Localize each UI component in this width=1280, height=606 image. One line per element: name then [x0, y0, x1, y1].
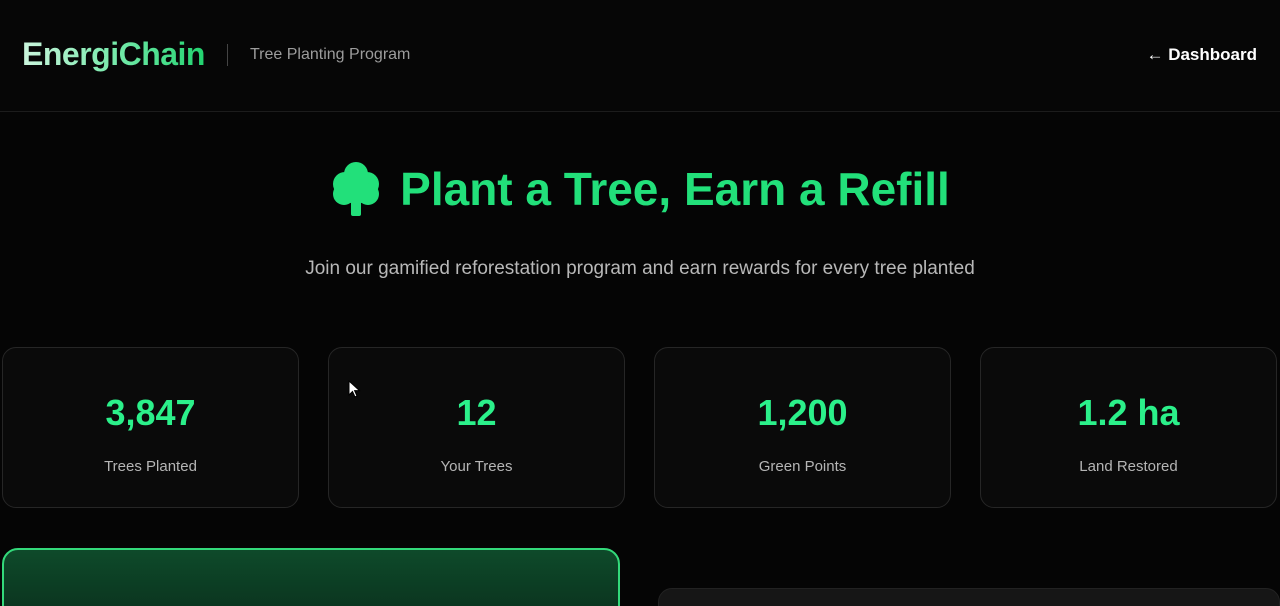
- stat-value: 1.2 ha: [1077, 392, 1180, 433]
- mouse-cursor-icon: [348, 380, 361, 398]
- stat-card-land-restored: 1.2 ha Land Restored: [980, 347, 1277, 508]
- secondary-panel: [658, 588, 1280, 606]
- top-bar: EnergiChain Tree Planting Program ← Dash…: [0, 0, 1280, 112]
- stat-card-your-trees: 12 Your Trees: [328, 347, 625, 508]
- hero-section: Plant a Tree, Earn a Refill: [0, 160, 1280, 223]
- page-title: Plant a Tree, Earn a Refill: [330, 160, 950, 218]
- header-divider: [227, 44, 228, 66]
- stat-label: Green Points: [758, 458, 847, 475]
- stat-value: 3,847: [105, 392, 196, 433]
- stats-grid: 3,847 Trees Planted 12 Your Trees 1,200 …: [2, 347, 1278, 509]
- stat-value: 12: [456, 392, 497, 433]
- back-to-dashboard-link[interactable]: ← Dashboard: [1146, 45, 1257, 65]
- hero-title-text: Plant a Tree, Earn a Refill: [400, 163, 950, 215]
- plant-tree-card[interactable]: [2, 548, 620, 606]
- stat-card-trees-planted: 3,847 Trees Planted: [2, 347, 299, 508]
- stat-value: 1,200: [757, 392, 848, 433]
- stat-label: Land Restored: [1079, 458, 1178, 475]
- stat-label: Your Trees: [440, 458, 513, 475]
- brand-logo[interactable]: EnergiChain: [22, 36, 205, 73]
- tree-icon: [330, 160, 382, 218]
- stat-card-green-points: 1,200 Green Points: [654, 347, 951, 508]
- section-title: Tree Planting Program: [250, 46, 411, 63]
- stat-label: Trees Planted: [104, 458, 197, 475]
- hero-description: Join our gamified reforestation program …: [305, 258, 975, 279]
